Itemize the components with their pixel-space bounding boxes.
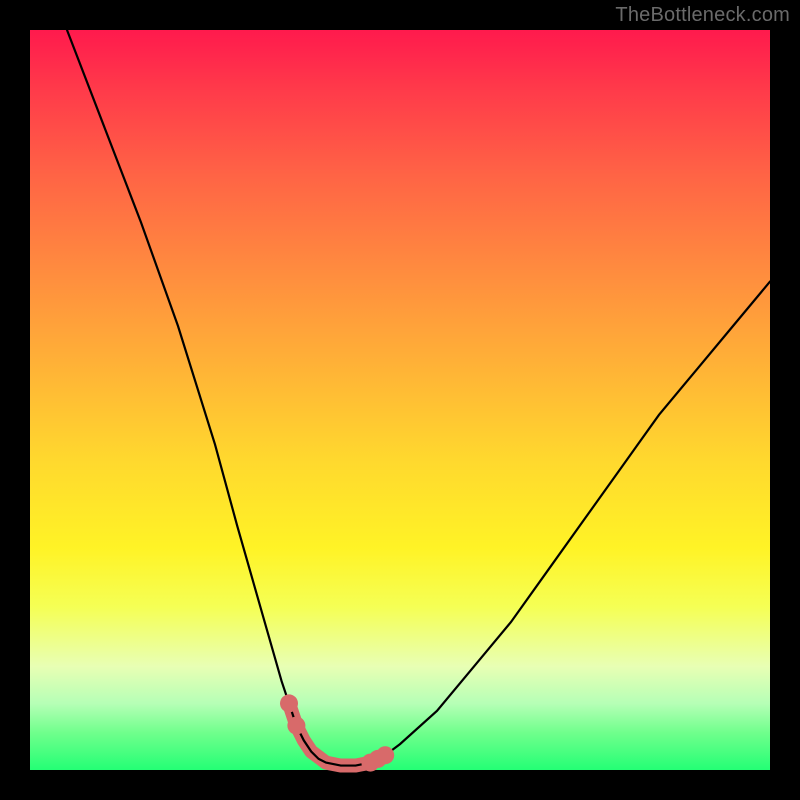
chart-overlay bbox=[30, 30, 770, 770]
highlight-dot bbox=[376, 746, 394, 764]
watermark-label: TheBottleneck.com bbox=[615, 4, 790, 27]
highlight-dot bbox=[280, 694, 298, 712]
highlight-dot bbox=[287, 717, 305, 735]
bottleneck-main-curve bbox=[67, 30, 770, 766]
chart-frame: TheBottleneck.com bbox=[0, 0, 800, 800]
